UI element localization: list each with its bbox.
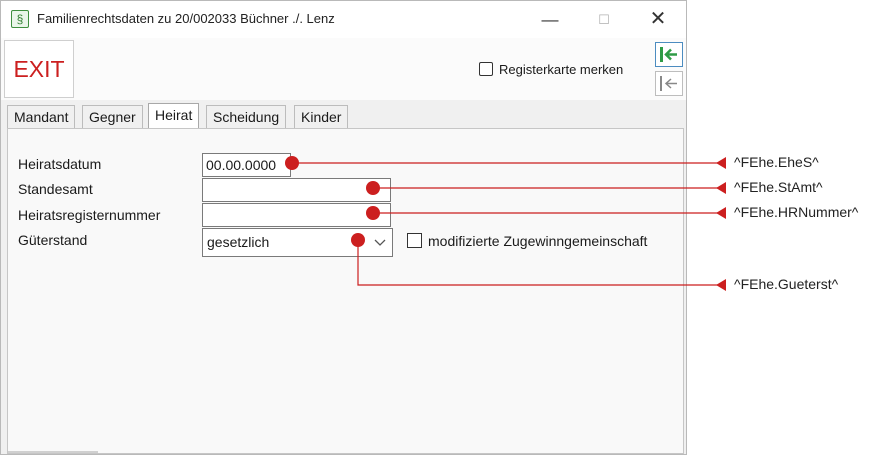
hrnummer-annotation-dot: [366, 206, 380, 220]
arrow-left-icon: [716, 207, 726, 219]
standesamt-annotation-dot: [366, 181, 380, 195]
annotation-hrnummer: ^FEhe.HRNummer^: [734, 204, 859, 220]
annotation-stamt: ^FEhe.StAmt^: [734, 179, 823, 195]
arrow-left-icon: [716, 157, 726, 169]
gueterstand-annotation-dot: [351, 233, 365, 247]
heiratsdatum-annotation-dot: [285, 156, 299, 170]
field-annotation-overlay: [285, 156, 726, 291]
arrow-left-icon: [716, 279, 726, 291]
annotation-gueterst: ^FEhe.Gueterst^: [734, 276, 839, 292]
annotation-ehes: ^FEhe.EheS^: [734, 154, 819, 170]
arrow-left-icon: [716, 182, 726, 194]
